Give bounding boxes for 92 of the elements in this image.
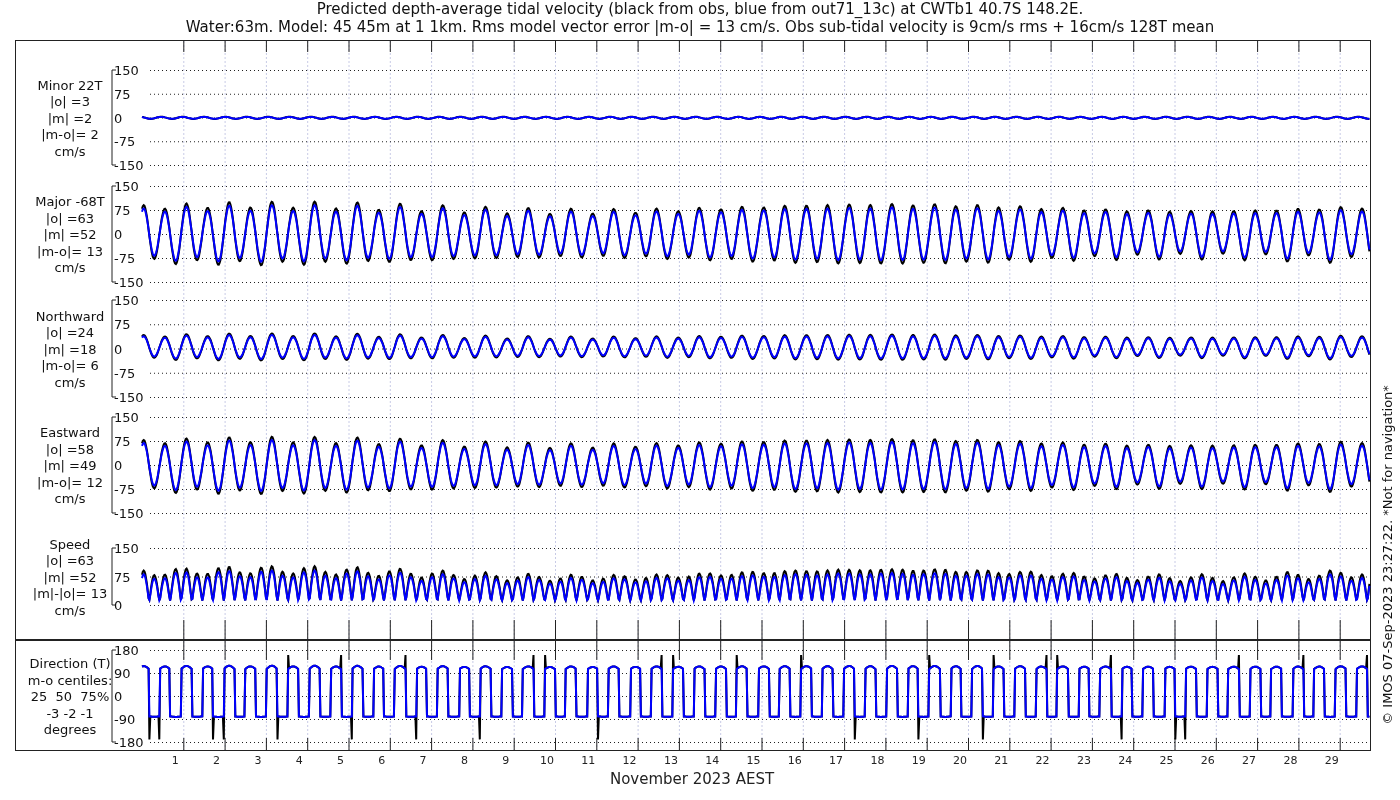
panel-label: 25 50 75% <box>30 689 110 704</box>
day-label: 23 <box>1076 754 1091 767</box>
panel-label: cm/s <box>54 602 86 618</box>
y-tick-label: -75 <box>114 251 136 266</box>
chart-title: Predicted depth-average tidal velocity (black from obs, blue from out71_13c) at CWTb1 40.7S 148.2E. <box>316 0 1084 18</box>
day-label: 28 <box>1283 754 1298 767</box>
panel-label: |m|-|o|= 13 <box>32 586 108 601</box>
day-label: 16 <box>787 754 802 767</box>
y-tick-label: 150 <box>114 541 139 556</box>
panel-label: cm/s <box>54 491 86 506</box>
day-label: 2 <box>213 754 221 767</box>
panel-label: |m| =18 <box>43 341 97 357</box>
day-label: 25 <box>1159 754 1174 767</box>
y-tick-label: 0 <box>114 598 123 613</box>
day-label: 29 <box>1324 754 1339 767</box>
day-label: 9 <box>502 754 510 767</box>
day-label: 14 <box>705 754 720 767</box>
panel-label: |o| =63 <box>45 210 95 226</box>
day-label: 1 <box>171 754 179 767</box>
y-tick-label: 0 <box>114 110 123 126</box>
day-label: 26 <box>1200 754 1215 767</box>
panel-label: Major -68T <box>35 194 105 209</box>
y-tick-label: 75 <box>114 203 131 218</box>
y-tick-label: 75 <box>114 569 131 585</box>
y-tick-label: -150 <box>114 506 144 521</box>
panel-label: |o| =63 <box>45 553 95 568</box>
axis-title: November 2023 AEST <box>609 770 775 788</box>
panel-label: degrees <box>43 722 97 737</box>
y-tick-label: -180 <box>114 735 144 750</box>
day-label: 3 <box>254 754 262 767</box>
panel-label: -3 -2 -1 <box>46 705 94 721</box>
panel-label: Direction (T) <box>29 656 111 671</box>
y-tick-label: -75 <box>114 365 136 381</box>
day-label: 18 <box>870 754 885 767</box>
panel-label: Eastward <box>40 425 100 440</box>
chart-title: Water:63m. Model: 45 45m at 1 1km. Rms model vector error |m-o| = 13 cm/s. Obs sub-tidal velocity is 9cm/s rms + 16cm/s 128T mean <box>185 18 1215 36</box>
panel-label: cm/s <box>54 260 86 275</box>
y-tick-label: 150 <box>114 63 139 78</box>
panel-label: |o| =58 <box>45 441 95 457</box>
day-label: 21 <box>994 754 1009 767</box>
y-tick-label: -75 <box>114 482 136 497</box>
day-label: 27 <box>1242 754 1257 767</box>
day-label: 15 <box>746 754 761 767</box>
panel-label: |m| =49 <box>43 458 97 473</box>
day-label: 19 <box>911 754 926 767</box>
day-label: 20 <box>953 754 967 767</box>
day-label: 4 <box>295 754 303 767</box>
y-tick-label: 150 <box>114 179 139 194</box>
panel-label: |m-o|= 6 <box>41 358 99 373</box>
day-label: 5 <box>337 754 344 767</box>
day-label: 24 <box>1118 754 1133 767</box>
y-tick-label: -150 <box>114 275 144 290</box>
day-label: 6 <box>378 754 386 767</box>
panel-label: Speed <box>49 536 91 552</box>
y-tick-label: 150 <box>114 293 139 308</box>
panel-label: |m| =52 <box>43 569 97 585</box>
panel-label: Northward <box>35 308 105 324</box>
day-label: 8 <box>460 754 468 767</box>
panel-label: |o| =3 <box>50 94 90 109</box>
y-tick-label: 75 <box>114 86 131 102</box>
day-label: 12 <box>622 754 637 767</box>
panel-label: |m-o|= 12 <box>37 474 103 490</box>
y-tick-label: -150 <box>114 158 144 173</box>
y-tick-label: 75 <box>114 317 131 333</box>
panel-label: cm/s <box>54 374 86 390</box>
y-tick-label: -90 <box>114 712 136 727</box>
y-axis-line <box>111 547 117 606</box>
panel-label: |o| =24 <box>45 325 95 340</box>
y-tick-label: -75 <box>114 134 136 150</box>
day-label: 13 <box>663 754 678 767</box>
panel-label: Minor 22T <box>37 77 103 93</box>
y-tick-label: 0 <box>114 458 123 473</box>
day-label: 7 <box>419 754 427 767</box>
y-tick-label: 150 <box>114 410 139 425</box>
day-label: 22 <box>1035 754 1050 767</box>
panel-label: |m| =52 <box>43 227 97 242</box>
panel-label: |m-o|= 13 <box>37 243 103 259</box>
day-label: 11 <box>581 754 596 767</box>
day-label: 10 <box>540 754 554 767</box>
y-tick-label: 0 <box>114 341 123 357</box>
y-tick-label: 180 <box>114 643 139 658</box>
copyright-note: © IMOS 07-Sep-2023 23:27:22. *Not for navigation* <box>1380 385 1395 725</box>
y-tick-label: 0 <box>114 227 123 242</box>
panel-label: m-o centiles: <box>27 672 113 688</box>
y-tick-label: -150 <box>114 390 144 405</box>
panel-label: cm/s <box>54 143 86 159</box>
panel-label: |m-o|= 2 <box>41 127 99 142</box>
y-tick-label: 90 <box>114 666 131 681</box>
y-tick-label: 0 <box>114 689 123 704</box>
day-label: 17 <box>829 754 844 767</box>
panel-label: |m| =2 <box>47 110 93 126</box>
y-tick-label: 75 <box>114 434 131 449</box>
